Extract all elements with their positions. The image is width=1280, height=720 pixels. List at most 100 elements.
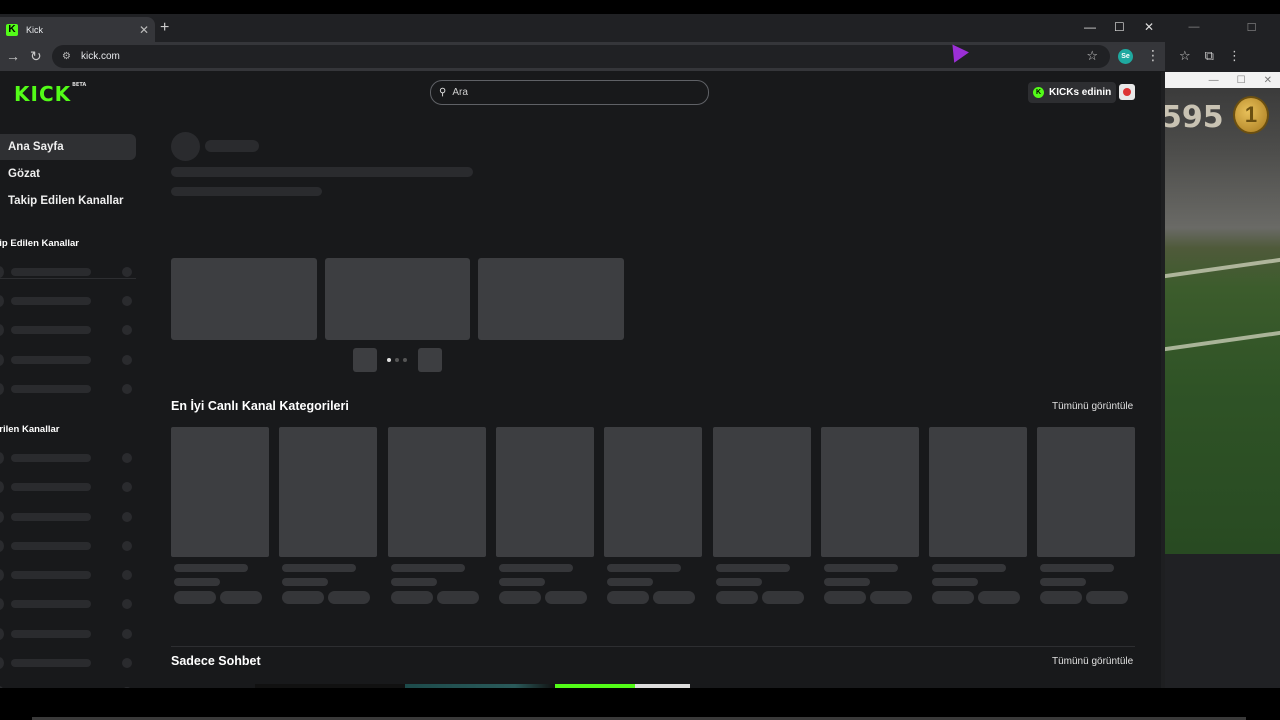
skeleton-channel-row xyxy=(0,598,136,610)
logo-beta-badge: BETA xyxy=(72,82,87,88)
close-window-icon[interactable]: ✕ xyxy=(1144,20,1154,34)
carousel-card[interactable] xyxy=(171,258,317,340)
game-viewport[interactable] xyxy=(1165,88,1280,554)
reload-icon[interactable]: ↻ xyxy=(30,48,42,65)
user-avatar[interactable] xyxy=(1119,84,1135,100)
skeleton-line xyxy=(171,167,473,177)
skeleton-channel-row xyxy=(0,383,136,395)
skeleton-category-name xyxy=(607,564,682,572)
skeleton-channel-row xyxy=(0,295,136,307)
browser-menu-icon[interactable]: ⋮ xyxy=(1146,47,1160,64)
browser-window: K Kick ✕ + — ☐ ✕ → ↻ ⚙ kick.com ☆ Se ⋮ K… xyxy=(0,14,1165,688)
skeleton-category-viewers xyxy=(715,578,762,586)
skeleton-tag xyxy=(174,591,216,604)
skeleton-category-name xyxy=(715,564,790,572)
sidebar-divider xyxy=(0,278,136,279)
game-score: 595 xyxy=(1165,100,1224,135)
skeleton-tag xyxy=(869,591,912,604)
bg-game-close-icon[interactable]: ✕ xyxy=(1264,75,1272,86)
tab-strip: K Kick ✕ + — ☐ ✕ xyxy=(0,14,1165,42)
bg-maximize-icon[interactable]: ☐ xyxy=(1247,21,1257,34)
skeleton-category-viewers xyxy=(498,578,545,586)
carousel-card[interactable] xyxy=(478,258,624,340)
category-card-skeleton[interactable] xyxy=(820,427,919,557)
tab-title: Kick xyxy=(26,24,44,35)
skeleton-tag xyxy=(1040,591,1083,604)
coin-icon: 1 xyxy=(1233,96,1269,134)
carousel-dot-active[interactable] xyxy=(387,358,391,362)
category-card-skeleton[interactable] xyxy=(171,427,269,557)
skeleton-avatar xyxy=(171,132,200,161)
new-tab-button[interactable]: + xyxy=(160,19,169,37)
bg-star-icon[interactable]: ☆ xyxy=(1179,48,1191,64)
skeleton-category-viewers xyxy=(607,578,654,586)
page-scrollbar[interactable] xyxy=(1161,72,1165,688)
chat-only-see-all-link[interactable]: Tümünü görüntüle xyxy=(1052,656,1133,667)
profile-avatar[interactable]: Se xyxy=(1118,49,1133,64)
bg-minimize-icon[interactable]: — xyxy=(1189,21,1200,33)
skeleton-category-name xyxy=(390,564,465,572)
carousel-card[interactable] xyxy=(325,258,470,340)
category-card-skeleton[interactable] xyxy=(712,427,811,557)
chat-only-title: Sadece Sohbet xyxy=(171,654,261,668)
skeleton-tag xyxy=(823,591,866,604)
skeleton-tag xyxy=(715,591,758,604)
forward-icon[interactable]: → xyxy=(6,48,20,64)
kicks-coin-icon: K xyxy=(1033,87,1044,98)
category-card-skeleton[interactable] xyxy=(387,427,486,557)
minimize-icon[interactable]: — xyxy=(1084,20,1096,34)
bg-menu-icon[interactable]: ⋮ xyxy=(1228,48,1241,64)
search-placeholder: Ara xyxy=(452,87,468,98)
skeleton-tag xyxy=(653,591,696,604)
site-info-icon[interactable]: ⚙ xyxy=(62,51,71,62)
bookmark-star-icon[interactable]: ☆ xyxy=(1086,48,1098,64)
category-card-skeleton[interactable] xyxy=(604,427,703,557)
skeleton-category-viewers xyxy=(823,578,870,586)
get-kicks-label: KICKs edinin xyxy=(1049,87,1112,98)
skeleton-channel-row xyxy=(0,540,136,552)
skeleton-category-viewers xyxy=(282,578,329,586)
skeleton-category-name xyxy=(498,564,573,572)
sidebar: Ana Sayfa Gözat Takip Edilen Kanallar ki… xyxy=(0,116,138,688)
sidebar-item-browse[interactable]: Gözat xyxy=(0,161,136,187)
search-input[interactable]: ⚲ Ara xyxy=(430,80,709,105)
category-card-skeleton[interactable] xyxy=(929,427,1028,557)
carousel-prev-button[interactable] xyxy=(353,348,377,372)
bg-game-maximize-icon[interactable]: ☐ xyxy=(1237,75,1246,86)
skeleton-category-name xyxy=(282,564,357,572)
top-categories-title: En İyi Canlı Kanal Kategorileri xyxy=(171,399,349,413)
skeleton-channel-row xyxy=(0,354,136,366)
category-card-skeleton[interactable] xyxy=(495,427,594,557)
background-window-controls: — ☐ xyxy=(1165,14,1280,40)
recommended-channels-heading: erilen Kanallar xyxy=(0,424,60,435)
skeleton-category-name xyxy=(174,564,248,572)
background-toolbar: ☆ ⧉ ⋮ xyxy=(1165,42,1280,70)
skeleton-line xyxy=(171,187,322,196)
skeleton-tag xyxy=(607,591,650,604)
skeleton-tag xyxy=(1086,591,1129,604)
top-categories-see-all-link[interactable]: Tümünü görüntüle xyxy=(1052,401,1133,412)
bg-game-minimize-icon[interactable]: — xyxy=(1209,75,1219,86)
skeleton-channel-row xyxy=(0,324,136,336)
sidebar-item-following[interactable]: Takip Edilen Kanallar xyxy=(0,188,136,214)
category-card-skeleton[interactable] xyxy=(279,427,378,557)
tab-kick[interactable]: K Kick ✕ xyxy=(0,17,155,42)
sidebar-item-label: Takip Edilen Kanallar xyxy=(8,195,124,207)
skeleton-tag xyxy=(390,591,433,604)
kick-logo[interactable]: KICKBETA xyxy=(14,82,86,106)
skeleton-tag xyxy=(436,591,479,604)
category-card-skeleton[interactable] xyxy=(1037,427,1136,557)
carousel-dot[interactable] xyxy=(403,358,407,362)
sidebar-item-label: Ana Sayfa xyxy=(8,141,64,153)
skeleton-tag xyxy=(978,591,1021,604)
carousel-next-button[interactable] xyxy=(418,348,442,372)
skeleton-channel-row xyxy=(0,569,136,581)
close-tab-icon[interactable]: ✕ xyxy=(139,23,149,37)
maximize-icon[interactable]: ☐ xyxy=(1114,20,1125,34)
get-kicks-button[interactable]: K KICKs edinin xyxy=(1028,82,1117,103)
bg-game-titlebar: — ☐ ✕ xyxy=(1165,72,1280,88)
section-divider xyxy=(171,646,1135,647)
sidebar-item-home[interactable]: Ana Sayfa xyxy=(0,134,136,160)
carousel-dot[interactable] xyxy=(395,358,399,362)
bg-extensions-icon[interactable]: ⧉ xyxy=(1205,48,1214,64)
